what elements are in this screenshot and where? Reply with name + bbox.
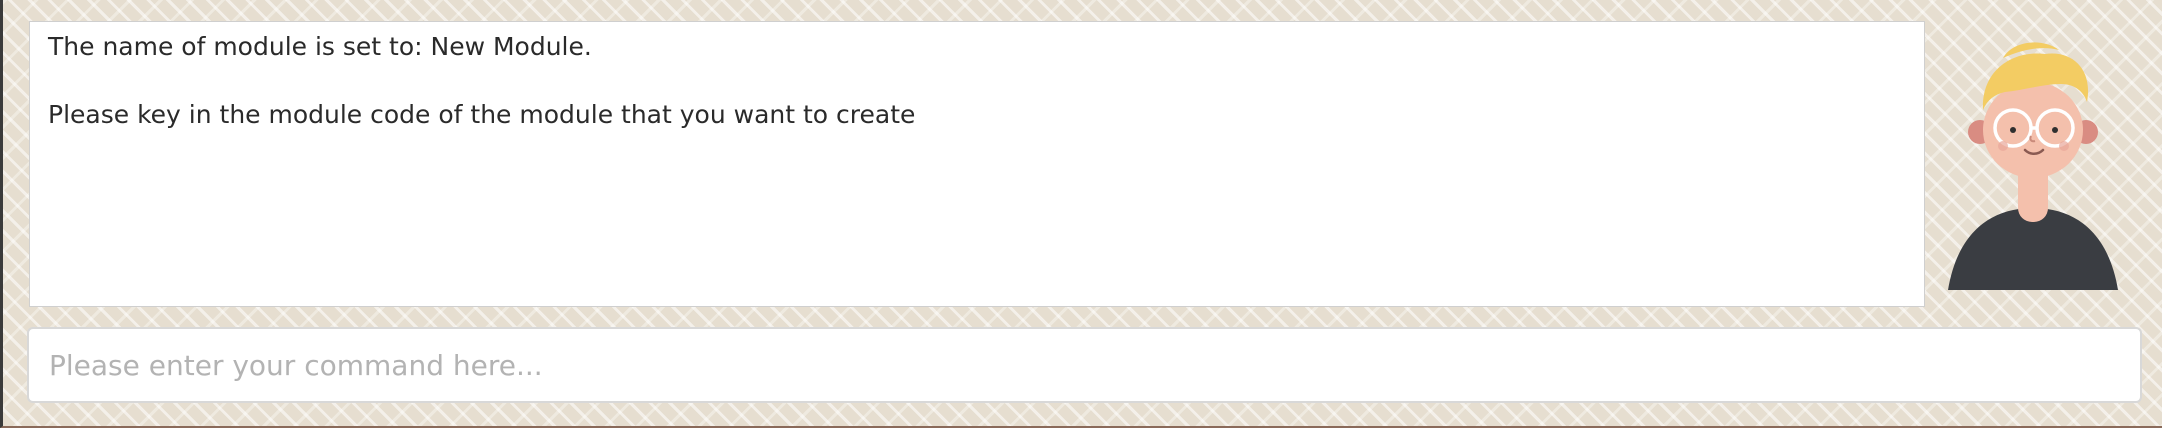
result-line-prompt: Please key in the module code of the mod… <box>48 100 916 129</box>
result-line-module-name: The name of module is set to: New Module… <box>48 32 592 61</box>
command-box[interactable] <box>27 327 2142 403</box>
app-window: The name of module is set to: New Module… <box>0 0 2162 428</box>
result-display: The name of module is set to: New Module… <box>29 21 1925 307</box>
command-input[interactable] <box>47 347 2122 383</box>
assistant-avatar-icon <box>1933 40 2133 300</box>
result-spacer <box>48 64 1906 98</box>
